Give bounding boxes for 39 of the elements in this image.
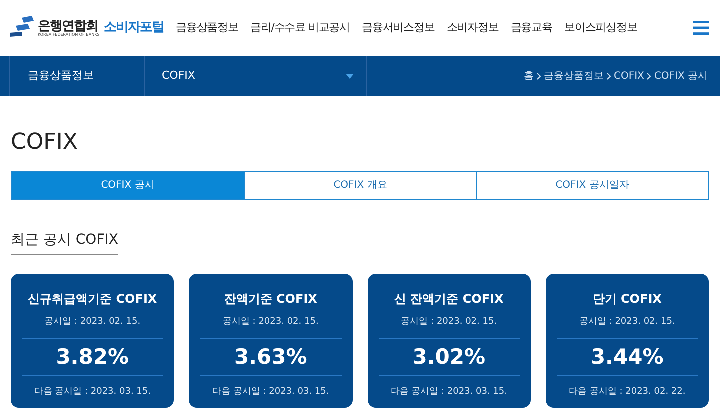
breadcrumb-link[interactable]: 금융상품정보 xyxy=(544,68,604,84)
rate-value: 3.82% xyxy=(56,344,130,370)
card-title: 단기 COFIX xyxy=(592,291,662,308)
nav-link[interactable]: 금융서비스정보 xyxy=(362,20,435,36)
nav-link[interactable]: 금융교육 xyxy=(510,20,552,36)
next-publish-date: 다음 공시일 : 2023. 03. 15. xyxy=(212,386,330,398)
publish-date: 공시일 : 2023. 02. 15. xyxy=(44,316,141,329)
publish-date: 공시일 : 2023. 02. 15. xyxy=(222,316,319,329)
page-title: COFIX xyxy=(11,132,79,154)
next-publish-date: 다음 공시일 : 2023. 02. 22. xyxy=(569,386,686,398)
rate-value: 3.02% xyxy=(412,344,486,370)
nav-link[interactable]: 소비자정보 xyxy=(446,20,499,36)
breadcrumb-link[interactable]: COFIX xyxy=(614,68,644,84)
section-dropdown[interactable]: COFIX xyxy=(145,56,367,96)
portal-name: 소비자포털 xyxy=(104,19,164,38)
nav-link[interactable]: 보이스피싱정보 xyxy=(564,20,638,36)
card-title: 신 잔액기준 COFIX xyxy=(394,291,504,308)
logo-text: 은행연합회 xyxy=(38,20,98,32)
rate-value: 3.63% xyxy=(234,344,308,370)
chevron-icon xyxy=(607,72,611,80)
tab[interactable]: COFIX 공시 xyxy=(12,172,244,199)
card-title: 잔액기준 COFIX xyxy=(224,291,318,308)
next-publish-date: 다음 공시일 : 2023. 03. 15. xyxy=(34,386,151,398)
chevron-icon xyxy=(647,72,652,80)
card-title: 신규취급액기준 COFIX xyxy=(28,291,158,308)
rate-value: 3.44% xyxy=(590,344,664,370)
breadcrumb-link[interactable]: 홈 xyxy=(524,68,534,84)
breadcrumb-link[interactable]: COFIX 공시 xyxy=(654,68,708,84)
nav-link[interactable]: 금리/수수료 비교공시 xyxy=(250,20,350,36)
nav-link[interactable]: 금융상품정보 xyxy=(176,20,238,36)
logo-icon xyxy=(10,16,36,40)
next-publish-date: 다음 공시일 : 2023. 03. 15. xyxy=(390,386,508,398)
chevron-icon xyxy=(537,72,541,80)
dropdown-arrow-icon xyxy=(346,74,354,78)
publish-date: 공시일 : 2023. 02. 15. xyxy=(401,316,498,329)
section-label[interactable]: 금융상품정보 xyxy=(28,68,94,84)
menu-icon[interactable] xyxy=(693,21,709,35)
section-title: 최근 공시 COFIX xyxy=(11,230,118,255)
publish-date: 공시일 : 2023. 02. 15. xyxy=(579,316,676,329)
